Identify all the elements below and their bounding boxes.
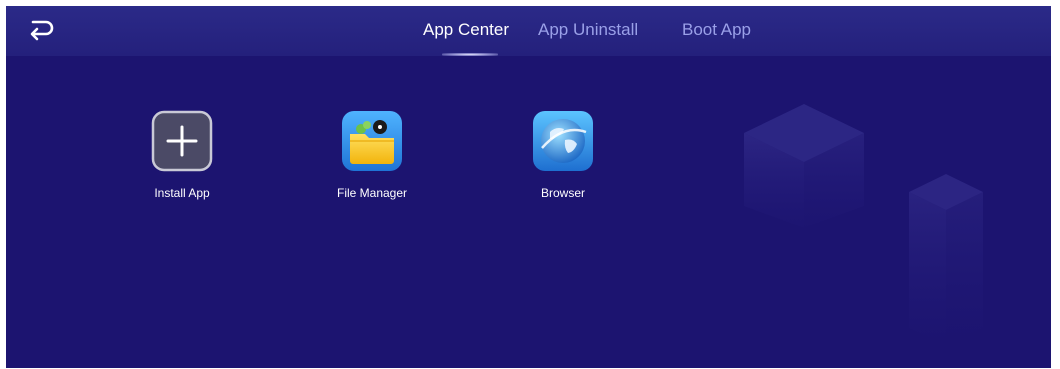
app-tile-install-app[interactable]: Install App: [132, 110, 232, 210]
app-label-install-app: Install App: [154, 186, 210, 200]
folder-icon: [341, 110, 403, 172]
tab-app-uninstall[interactable]: App Uninstall: [538, 20, 638, 40]
tab-bar: App Center App Uninstall Boot App: [6, 6, 1051, 56]
app-tile-file-manager[interactable]: File Manager: [322, 110, 422, 210]
app-center-screen: App Center App Uninstall Boot App Instal…: [6, 6, 1051, 368]
app-label-file-manager: File Manager: [336, 186, 408, 200]
tab-boot-app[interactable]: Boot App: [682, 20, 751, 40]
globe-icon: [532, 110, 594, 172]
top-bar: App Center App Uninstall Boot App: [6, 6, 1051, 56]
active-tab-indicator: [442, 53, 498, 56]
tab-app-center[interactable]: App Center: [423, 20, 509, 40]
plus-icon: [151, 110, 213, 172]
app-tile-browser[interactable]: Browser: [513, 110, 613, 210]
decor-cube-large: [744, 104, 864, 228]
app-label-browser: Browser: [540, 186, 585, 200]
decor-cube-tall: [909, 174, 983, 346]
